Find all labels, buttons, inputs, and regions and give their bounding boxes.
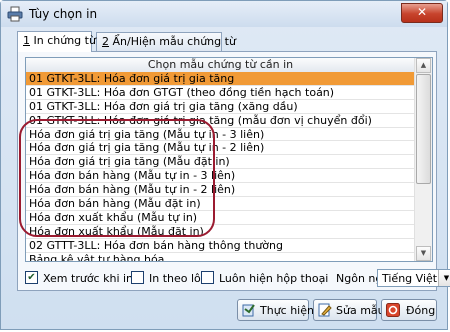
print-icon: [242, 304, 255, 317]
language-value: Tiếng Việt: [382, 272, 438, 285]
tab-print-documents[interactable]: 1 In chứng từ: [17, 31, 96, 52]
window-title: Tùy chọn in: [29, 7, 98, 21]
print-options-dialog: Tùy chọn in ✕ 1 In chứng từ 2 Ẩn/Hiện mẫ…: [0, 0, 450, 330]
preview-checkbox[interactable]: ✔: [25, 271, 38, 284]
title-bar: Tùy chọn in ✕: [1, 1, 447, 27]
window-close-button[interactable]: ✕: [401, 3, 443, 23]
scroll-down-icon[interactable]: ▼: [416, 246, 431, 261]
execute-label: Thực hiện: [260, 304, 314, 317]
language-select[interactable]: Tiếng Việt ▼: [377, 269, 450, 287]
close-button[interactable]: Đóng: [381, 299, 437, 321]
execute-button[interactable]: Thực hiện: [237, 299, 314, 321]
chevron-down-icon[interactable]: ▼: [438, 270, 450, 286]
list-item[interactable]: 01 GTKT-3LL: Hóa đơn giá trị gia tăng: [26, 72, 415, 86]
always-show-checkbox[interactable]: [201, 271, 214, 284]
tab-print-documents-label: In chứng từ: [30, 34, 96, 47]
preview-label: Xem trước khi in: [43, 272, 134, 285]
tab-show-hide-hotkey: 2: [102, 35, 109, 48]
batch-checkbox[interactable]: [131, 271, 144, 284]
printer-icon: [7, 6, 23, 22]
always-show-label: Luôn hiện hộp thoại này khi in: [219, 272, 329, 285]
list-item[interactable]: 02 GTTT-3LL: Hóa đơn bán hàng thông thườ…: [26, 239, 415, 253]
list-item[interactable]: Bảng kê vật tư hàng hóa: [26, 253, 415, 261]
close-label: Đóng: [406, 304, 436, 317]
list-item[interactable]: 01 GTKT-3LL: Hóa đơn GTGT (theo đồng tiề…: [26, 86, 415, 100]
tab-show-hide-templates[interactable]: 2 Ẩn/Hiện mẫu chứng từ: [96, 32, 236, 51]
edit-icon: [318, 303, 332, 317]
list-item[interactable]: 01 GTKT-3LL: Hóa đơn giá trị gia tăng (x…: [26, 100, 415, 114]
scrollbar-thumb[interactable]: [416, 74, 431, 184]
list-header: Chọn mẫu chứng từ cần in: [26, 58, 415, 73]
scroll-up-icon[interactable]: ▲: [416, 58, 431, 73]
edit-template-button[interactable]: Sửa mẫu: [313, 299, 385, 321]
vertical-scrollbar[interactable]: ▲ ▼: [414, 58, 432, 261]
edit-template-label: Sửa mẫu: [336, 304, 385, 317]
highlight-annotation: [19, 119, 215, 237]
close-icon: [386, 303, 400, 317]
print-options-row: ✔ Xem trước khi in In theo lô Luôn hiện …: [25, 269, 450, 287]
tab-print-documents-hotkey: 1: [23, 34, 30, 47]
tab-show-hide-label: Ẩn/Hiện mẫu chứng từ: [109, 35, 236, 48]
batch-label: In theo lô: [149, 272, 201, 285]
